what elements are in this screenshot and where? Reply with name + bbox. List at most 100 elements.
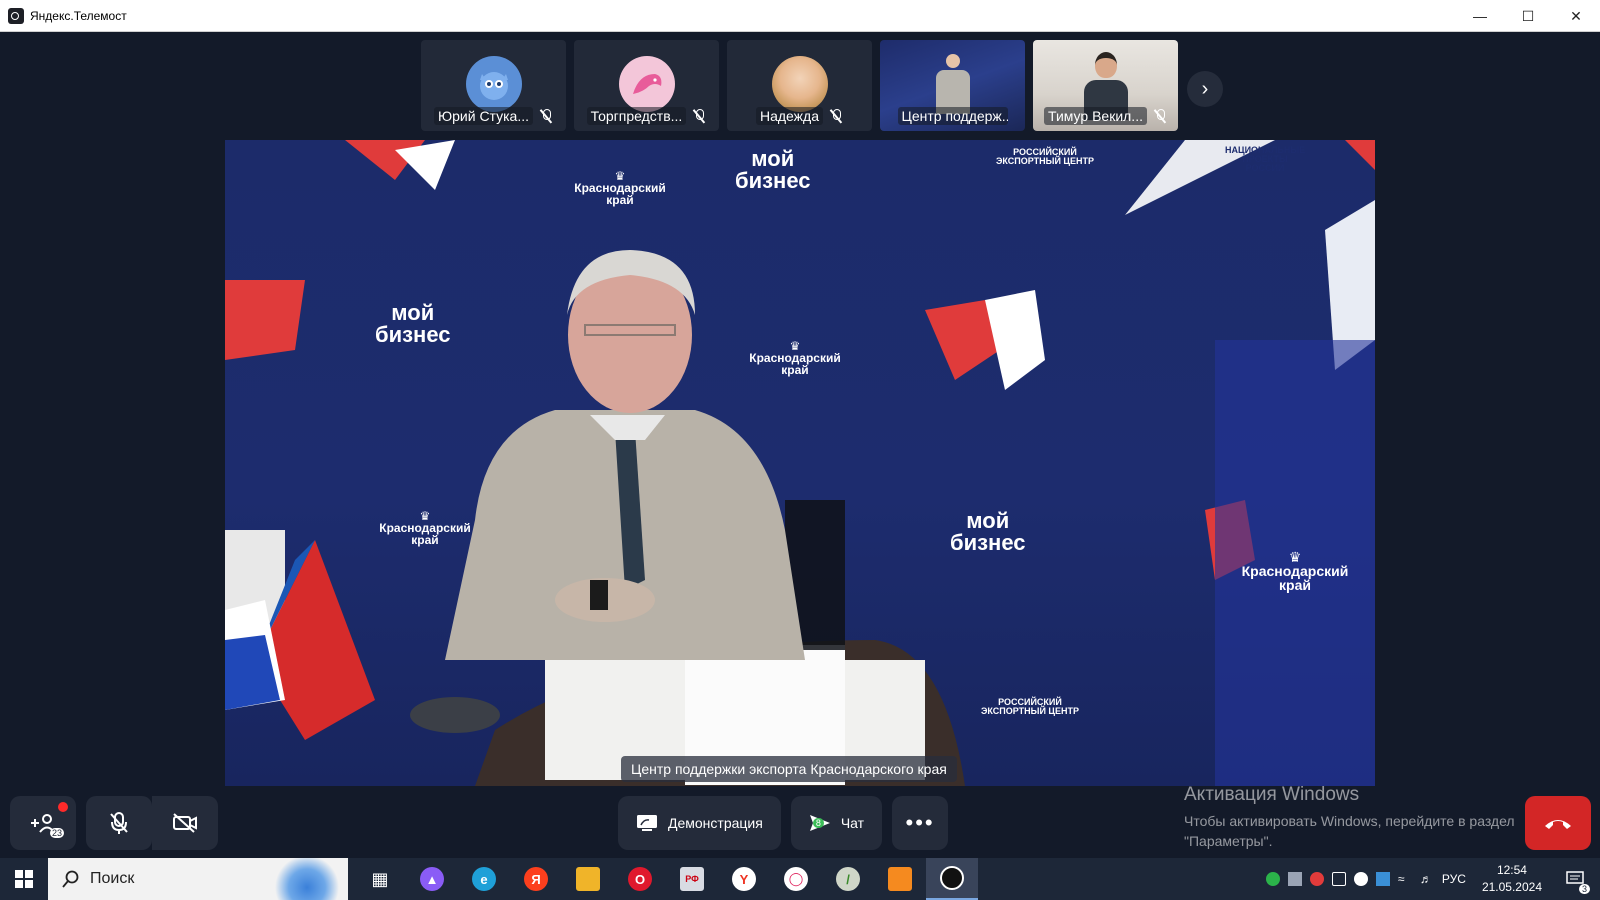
rec-logo: РОССИЙСКИЙ ЭКСПОРТНЫЙ ЦЕНТР — [996, 147, 1094, 166]
chat-button[interactable]: 8 Чат — [790, 796, 883, 850]
minimize-button[interactable]: — — [1456, 0, 1504, 32]
participant-tile[interactable]: Тимур Векил... — [1033, 40, 1178, 131]
notification-count: 3 — [1578, 884, 1590, 894]
task-view-icon: ▦ — [371, 868, 389, 889]
conference-stage: Юрий Стука... Торгпредств... Надежда Цен… — [0, 32, 1600, 858]
window-title: Яндекс.Телемост — [30, 8, 127, 23]
more-options-button[interactable]: ••• — [892, 796, 949, 850]
speaker-caption: Центр поддержки экспорта Краснодарского … — [621, 756, 957, 782]
participant-tile[interactable]: Торгпредств... — [574, 40, 719, 131]
usb-icon[interactable] — [1331, 872, 1346, 886]
moy-biznes-logo: мой бизнес — [735, 146, 811, 193]
chevron-right-icon: › — [1201, 77, 1209, 100]
taskbar-app[interactable]: Y — [718, 858, 770, 900]
telemost-icon — [940, 866, 964, 890]
search-placeholder: Поиск — [90, 870, 135, 887]
participant-name: Центр поддерж... — [897, 107, 1008, 125]
wifi-icon[interactable]: ≈ — [1398, 872, 1412, 886]
notification-dot — [58, 802, 68, 812]
participant-strip: Юрий Стука... Торгпредств... Надежда Цен… — [421, 40, 1178, 131]
app-icon: ◯ — [784, 867, 808, 891]
taskbar-app[interactable]: O — [614, 858, 666, 900]
next-participants-button[interactable]: › — [1187, 71, 1223, 107]
main-speaker-video: мой бизнес мой бизнес мой бизнес ♛ Краснодар… — [225, 140, 1375, 786]
natproj-logo: НАЦИОНАЛЬНЫЕ ПРОЕКТЫ РОССИИ — [1225, 145, 1306, 173]
camera-toggle-button[interactable] — [152, 796, 218, 850]
system-tray: ≈ ♬ РУС 12:54 21.05.2024 3 — [1265, 858, 1600, 900]
close-button[interactable]: ✕ — [1552, 0, 1600, 32]
participant-name: Торгпредств... — [586, 107, 687, 125]
participant-name: Надежда — [755, 107, 823, 125]
krasnodar-emblem: ♛ Краснодарский край — [749, 339, 841, 377]
taskbar-app[interactable]: / — [822, 858, 874, 900]
taskbar-app[interactable]: ▲ — [406, 858, 458, 900]
chat-label: Чат — [840, 815, 865, 831]
clock-date: 21.05.2024 — [1481, 880, 1542, 894]
hangup-icon — [1545, 820, 1571, 829]
camera-off-icon — [173, 813, 197, 833]
yandex-browser-icon: Y — [732, 867, 756, 891]
rec-logo: РОССИЙСКИЙ ЭКСПОРТНЫЙ ЦЕНТР — [981, 697, 1079, 716]
app-icon: / — [836, 867, 860, 891]
participants-button[interactable]: 23 — [10, 796, 76, 850]
krasnodar-emblem: ♛ Краснодарский край — [1241, 549, 1349, 593]
end-call-button[interactable] — [1525, 796, 1591, 850]
windows-activation-watermark: Активация Windows Чтобы активировать Win… — [1184, 784, 1515, 851]
app-icon — [888, 867, 912, 891]
taskbar-app[interactable]: Я — [510, 858, 562, 900]
search-highlight-image — [272, 858, 342, 900]
participant-tile[interactable]: Центр поддерж... — [880, 40, 1025, 131]
volume-icon[interactable]: ♬ — [1420, 872, 1434, 886]
mic-off-icon — [692, 109, 706, 123]
participant-tile[interactable]: Надежда — [727, 40, 872, 131]
clock[interactable]: 12:54 21.05.2024 — [1482, 862, 1542, 896]
opera-icon: O — [628, 867, 652, 891]
start-button[interactable] — [0, 858, 48, 900]
more-icon: ••• — [905, 810, 935, 835]
notifications-button[interactable]: 3 — [1558, 858, 1592, 900]
owl-avatar-icon — [465, 56, 522, 112]
taskbar-search[interactable]: Поиск — [48, 858, 348, 900]
participant-tile[interactable]: Юрий Стука... — [421, 40, 566, 131]
watermark-title: Активация Windows — [1184, 784, 1360, 805]
chat-count-badge: 8 — [812, 818, 824, 828]
participant-video — [935, 54, 970, 114]
clock-time: 12:54 — [1496, 863, 1527, 877]
taskbar-app[interactable]: РФ — [666, 858, 718, 900]
network-device-icon[interactable] — [1287, 872, 1302, 886]
screen-share-button[interactable]: Демонстрация — [618, 796, 781, 850]
dolphin-avatar-icon — [618, 56, 675, 112]
task-view-button[interactable]: ▦ — [354, 858, 406, 900]
moy-biznes-logo: мой бизнес — [375, 300, 451, 347]
yandex-icon: Я — [524, 867, 548, 891]
mic-off-icon — [829, 109, 843, 123]
alisa-icon: ▲ — [420, 867, 444, 891]
taskbar-app[interactable]: e — [458, 858, 510, 900]
screen-share-label: Демонстрация — [668, 815, 763, 831]
screen-share-icon — [637, 815, 657, 831]
participants-count: 23 — [49, 828, 64, 838]
yandex-tray-icon[interactable] — [1353, 872, 1368, 886]
edge-icon: e — [472, 867, 496, 891]
mic-off-icon — [110, 812, 128, 834]
watermark-text: "Параметры". — [1184, 833, 1273, 849]
title-bar: Яндекс.Телемост — ☐ ✕ — [0, 0, 1600, 32]
mic-toggle-button[interactable] — [86, 796, 152, 850]
participant-name: Юрий Стука... — [433, 107, 534, 125]
taskbar-app[interactable]: ◯ — [770, 858, 822, 900]
file-explorer-icon — [576, 867, 600, 891]
taskbar-app[interactable] — [874, 858, 926, 900]
security-shield-icon[interactable] — [1375, 872, 1390, 886]
krasnodar-emblem: ♛ Краснодарский край — [379, 509, 471, 547]
windows-logo-icon — [15, 870, 33, 888]
kaspersky-icon[interactable] — [1265, 872, 1280, 886]
participant-photo — [771, 56, 828, 112]
input-language[interactable]: РУС — [1442, 872, 1466, 886]
taskbar-app-telemost[interactable] — [926, 858, 978, 900]
moy-biznes-logo: мой бизнес — [950, 508, 1026, 555]
participant-name: Тимур Векил... — [1044, 107, 1147, 125]
tray-app-icon[interactable] — [1309, 872, 1324, 886]
backdrop-graphics — [225, 140, 1375, 786]
maximize-button[interactable]: ☐ — [1504, 0, 1552, 32]
taskbar-app[interactable] — [562, 858, 614, 900]
